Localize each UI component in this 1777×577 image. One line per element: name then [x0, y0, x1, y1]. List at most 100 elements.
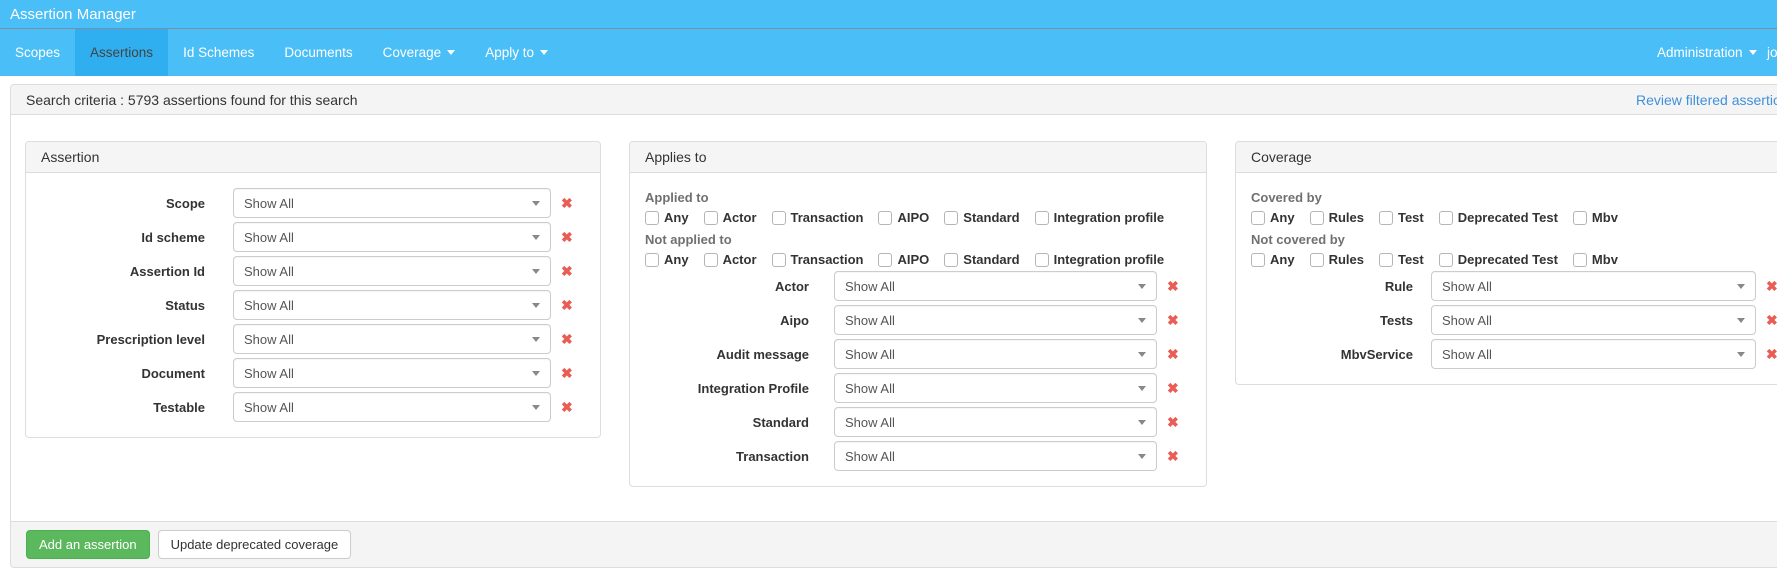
- audit-message-filter-select[interactable]: Show All: [834, 339, 1157, 369]
- status-filter-select[interactable]: Show All: [233, 290, 551, 320]
- not-applied-any-checkbox[interactable]: Any: [645, 252, 689, 267]
- rule-filter-select[interactable]: Show All: [1431, 271, 1756, 301]
- clear-filter-icon[interactable]: ✖: [1167, 381, 1179, 395]
- tab-id-schemes[interactable]: Id Schemes: [168, 29, 269, 76]
- add-assertion-button[interactable]: Add an assertion: [26, 530, 150, 559]
- filter-row: Standard Show All ✖: [645, 407, 1191, 437]
- applies-to-filter-panel: Applies to Applied to Any Actor Transact…: [629, 141, 1207, 487]
- clear-filter-icon[interactable]: ✖: [561, 298, 573, 312]
- filter-row: Integration Profile Show All ✖: [645, 373, 1191, 403]
- clear-filter-icon[interactable]: ✖: [1766, 347, 1777, 361]
- field-label: Id scheme: [41, 230, 205, 245]
- standard-filter-select[interactable]: Show All: [834, 407, 1157, 437]
- aipo-filter-select[interactable]: Show All: [834, 305, 1157, 335]
- nav-administration-menu[interactable]: Administration: [1657, 29, 1757, 76]
- username-label: jo: [1767, 45, 1777, 60]
- clear-filter-icon[interactable]: ✖: [1167, 415, 1179, 429]
- not-covered-test-checkbox[interactable]: Test: [1379, 252, 1424, 267]
- not-covered-deprecated-test-checkbox[interactable]: Deprecated Test: [1439, 252, 1558, 267]
- applied-any-checkbox[interactable]: Any: [645, 210, 689, 225]
- assertion-id-filter-select[interactable]: Show All: [233, 256, 551, 286]
- checkbox-box[interactable]: [944, 253, 958, 267]
- nav-username[interactable]: jo: [1767, 29, 1777, 76]
- tab-scopes[interactable]: Scopes: [0, 29, 75, 76]
- covered-any-checkbox[interactable]: Any: [1251, 210, 1295, 225]
- checkbox-box[interactable]: [1035, 253, 1049, 267]
- applied-integration-profile-checkbox[interactable]: Integration profile: [1035, 210, 1165, 225]
- applied-transaction-checkbox[interactable]: Transaction: [772, 210, 864, 225]
- not-applied-aipo-checkbox[interactable]: AIPO: [878, 252, 929, 267]
- checkbox-box[interactable]: [1251, 211, 1265, 225]
- checkbox-box[interactable]: [1573, 211, 1587, 225]
- checkbox-box[interactable]: [878, 253, 892, 267]
- not-applied-standard-checkbox[interactable]: Standard: [944, 252, 1019, 267]
- testable-filter-select[interactable]: Show All: [233, 392, 551, 422]
- tab-assertions[interactable]: Assertions: [75, 29, 168, 76]
- field-label: Tests: [1251, 313, 1413, 328]
- clear-filter-icon[interactable]: ✖: [561, 264, 573, 278]
- search-criteria-body: Assertion Scope Show All ✖ Id scheme Sho…: [11, 115, 1777, 522]
- clear-filter-icon[interactable]: ✖: [561, 230, 573, 244]
- tab-documents[interactable]: Documents: [269, 29, 367, 76]
- covered-deprecated-test-checkbox[interactable]: Deprecated Test: [1439, 210, 1558, 225]
- clear-filter-icon[interactable]: ✖: [561, 366, 573, 380]
- transaction-filter-select[interactable]: Show All: [834, 441, 1157, 471]
- applied-standard-checkbox[interactable]: Standard: [944, 210, 1019, 225]
- not-covered-rules-checkbox[interactable]: Rules: [1310, 252, 1364, 267]
- update-deprecated-coverage-button[interactable]: Update deprecated coverage: [158, 530, 352, 559]
- clear-filter-icon[interactable]: ✖: [1167, 279, 1179, 293]
- tab-coverage[interactable]: Coverage: [368, 29, 471, 76]
- checkbox-box[interactable]: [1379, 211, 1393, 225]
- integration-profile-filter-select[interactable]: Show All: [834, 373, 1157, 403]
- covered-mbv-checkbox[interactable]: Mbv: [1573, 210, 1618, 225]
- checkbox-box[interactable]: [772, 211, 786, 225]
- document-filter-select[interactable]: Show All: [233, 358, 551, 388]
- checkbox-box[interactable]: [645, 211, 659, 225]
- scope-filter-select[interactable]: Show All: [233, 188, 551, 218]
- not-covered-mbv-checkbox[interactable]: Mbv: [1573, 252, 1618, 267]
- covered-test-checkbox[interactable]: Test: [1379, 210, 1424, 225]
- clear-filter-icon[interactable]: ✖: [1167, 347, 1179, 361]
- not-applied-actor-checkbox[interactable]: Actor: [704, 252, 757, 267]
- covered-rules-checkbox[interactable]: Rules: [1310, 210, 1364, 225]
- checkbox-box[interactable]: [704, 211, 718, 225]
- clear-filter-icon[interactable]: ✖: [1766, 279, 1777, 293]
- checkbox-box[interactable]: [704, 253, 718, 267]
- checkbox-box[interactable]: [1310, 253, 1324, 267]
- chevron-down-icon: [1138, 284, 1146, 289]
- checkbox-box[interactable]: [1379, 253, 1393, 267]
- checkbox-box[interactable]: [878, 211, 892, 225]
- clear-filter-icon[interactable]: ✖: [1167, 313, 1179, 327]
- clear-filter-icon[interactable]: ✖: [561, 400, 573, 414]
- checkbox-box[interactable]: [1310, 211, 1324, 225]
- actor-filter-select[interactable]: Show All: [834, 271, 1157, 301]
- applied-aipo-checkbox[interactable]: AIPO: [878, 210, 929, 225]
- clear-filter-icon[interactable]: ✖: [1167, 449, 1179, 463]
- checkbox-box[interactable]: [1573, 253, 1587, 267]
- tests-filter-select[interactable]: Show All: [1431, 305, 1756, 335]
- id-scheme-filter-select[interactable]: Show All: [233, 222, 551, 252]
- clear-filter-icon[interactable]: ✖: [1766, 313, 1777, 327]
- checkbox-box[interactable]: [1035, 211, 1049, 225]
- checkbox-box[interactable]: [944, 211, 958, 225]
- filter-row: Document Show All ✖: [41, 358, 585, 388]
- checkbox-box[interactable]: [1439, 253, 1453, 267]
- review-filtered-assertions-link[interactable]: Review filtered assertions: [1636, 92, 1777, 108]
- applied-actor-checkbox[interactable]: Actor: [704, 210, 757, 225]
- checkbox-box[interactable]: [772, 253, 786, 267]
- checkbox-label: Any: [664, 252, 689, 267]
- mbvservice-filter-select[interactable]: Show All: [1431, 339, 1756, 369]
- filter-row: Tests Show All ✖: [1251, 305, 1777, 335]
- filter-row: Id scheme Show All ✖: [41, 222, 585, 252]
- checkbox-box[interactable]: [1439, 211, 1453, 225]
- not-covered-any-checkbox[interactable]: Any: [1251, 252, 1295, 267]
- prescription-level-filter-select[interactable]: Show All: [233, 324, 551, 354]
- tab-apply-to[interactable]: Apply to: [470, 29, 563, 76]
- not-applied-transaction-checkbox[interactable]: Transaction: [772, 252, 864, 267]
- checkbox-label: Actor: [723, 252, 757, 267]
- clear-filter-icon[interactable]: ✖: [561, 196, 573, 210]
- checkbox-box[interactable]: [645, 253, 659, 267]
- clear-filter-icon[interactable]: ✖: [561, 332, 573, 346]
- not-applied-integration-profile-checkbox[interactable]: Integration profile: [1035, 252, 1165, 267]
- checkbox-box[interactable]: [1251, 253, 1265, 267]
